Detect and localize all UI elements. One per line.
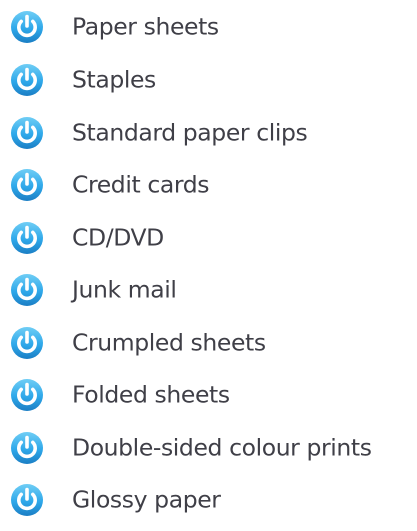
power-icon <box>9 272 45 308</box>
feature-list: Paper sheets Staples Standard paper clip… <box>0 0 417 531</box>
power-icon <box>9 115 45 151</box>
list-item: Double-sided colour prints <box>0 422 417 474</box>
list-item-label: Staples <box>72 65 156 94</box>
list-item: Folded sheets <box>0 369 417 421</box>
list-item-label: Standard paper clips <box>72 118 308 147</box>
list-item-label: Credit cards <box>72 170 210 199</box>
list-item-label: Double-sided colour prints <box>72 433 372 462</box>
list-item-label: Junk mail <box>72 275 177 304</box>
list-item: Glossy paper <box>0 474 417 526</box>
list-item-label: Glossy paper <box>72 485 221 514</box>
power-icon <box>9 220 45 256</box>
power-icon <box>9 62 45 98</box>
list-item: Crumpled sheets <box>0 317 417 369</box>
list-item: Credit cards <box>0 159 417 211</box>
list-item-label: Paper sheets <box>72 12 219 41</box>
power-icon <box>9 482 45 518</box>
list-item: Junk mail <box>0 264 417 316</box>
list-item: CD/DVD <box>0 212 417 264</box>
power-icon <box>9 9 45 45</box>
list-item-label: Folded sheets <box>72 380 230 409</box>
list-item: Staples <box>0 54 417 106</box>
list-item-label: Crumpled sheets <box>72 328 266 357</box>
power-icon <box>9 430 45 466</box>
list-item-label: CD/DVD <box>72 223 164 252</box>
power-icon <box>9 325 45 361</box>
list-item: Paper sheets <box>0 1 417 53</box>
power-icon <box>9 377 45 413</box>
list-item: Standard paper clips <box>0 107 417 159</box>
power-icon <box>9 167 45 203</box>
